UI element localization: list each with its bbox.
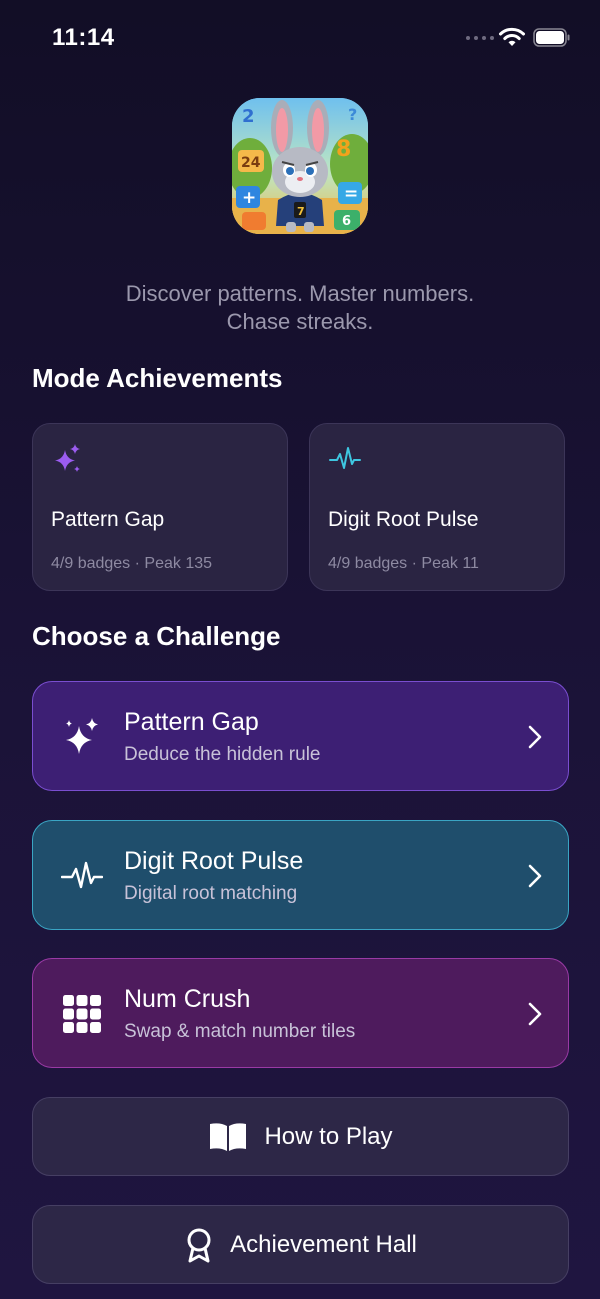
challenge-subtitle: Deduce the hidden rule [124, 744, 321, 765]
svg-text:=: = [344, 184, 358, 204]
challenge-num-crush-button[interactable]: Num Crush Swap & match number tiles [32, 958, 569, 1068]
challenge-subtitle: Digital root matching [124, 883, 298, 904]
battery-icon [533, 28, 570, 47]
app-logo: 2 8 ? 24 + = 6 7 [232, 98, 368, 234]
award-ribbon-icon [187, 1228, 211, 1262]
wifi-icon [499, 27, 525, 46]
tagline-line-1: Discover patterns. Master numbers. [125, 281, 475, 306]
challenge-title: Pattern Gap [124, 708, 259, 736]
achievement-hall-button[interactable]: Achievement Hall [32, 1205, 569, 1284]
svg-text:2: 2 [242, 106, 255, 127]
tagline: Discover patterns. Master numbers. Chase… [0, 280, 600, 336]
challenge-title: Num Crush [124, 985, 251, 1013]
svg-text:7: 7 [297, 205, 305, 218]
how-to-play-button[interactable]: How to Play [32, 1097, 569, 1176]
svg-text:24: 24 [241, 155, 261, 171]
achievement-card-pattern-gap[interactable]: Pattern Gap 4/9 badges · Peak 135 [32, 423, 288, 591]
achievement-hall-label: Achievement Hall [230, 1230, 417, 1258]
achievement-card-stats: 4/9 badges · Peak 11 [328, 555, 479, 572]
tagline-line-2: Chase streaks. [226, 309, 374, 334]
chevron-right-icon [528, 1002, 542, 1026]
achievement-card-name: Pattern Gap [51, 508, 165, 531]
how-to-play-label: How to Play [264, 1122, 393, 1150]
pulse-icon [329, 447, 361, 469]
grid-icon [63, 995, 101, 1033]
achievement-card-name: Digit Root Pulse [328, 508, 479, 531]
svg-text:+: + [242, 188, 256, 208]
status-bar: 11:14 [0, 0, 600, 80]
svg-text:8: 8 [336, 137, 351, 162]
bunny-mascot-illustration: 2 8 ? 24 + = 6 7 [232, 98, 368, 234]
choose-challenge-title: Choose a Challenge [32, 621, 281, 651]
challenge-title: Digit Root Pulse [124, 847, 304, 875]
challenge-subtitle: Swap & match number tiles [124, 1021, 356, 1042]
svg-text:6: 6 [342, 214, 351, 229]
chevron-right-icon [528, 725, 542, 749]
status-time: 11:14 [52, 24, 115, 51]
book-icon [210, 1122, 247, 1151]
achievement-card-stats: 4/9 badges · Peak 135 [51, 555, 213, 572]
challenge-digit-root-pulse-button[interactable]: Digit Root Pulse Digital root matching [32, 820, 569, 930]
svg-text:?: ? [348, 105, 357, 124]
achievement-card-digit-root-pulse[interactable]: Digit Root Pulse 4/9 badges · Peak 11 [309, 423, 565, 591]
chevron-right-icon [528, 864, 542, 888]
sparkles-icon [66, 718, 98, 754]
cellular-signal-icon [466, 36, 494, 40]
mode-achievements-title: Mode Achievements [32, 363, 283, 393]
sparkles-icon [55, 444, 80, 472]
challenge-pattern-gap-button[interactable]: Pattern Gap Deduce the hidden rule [32, 681, 569, 791]
pulse-icon [61, 861, 103, 889]
